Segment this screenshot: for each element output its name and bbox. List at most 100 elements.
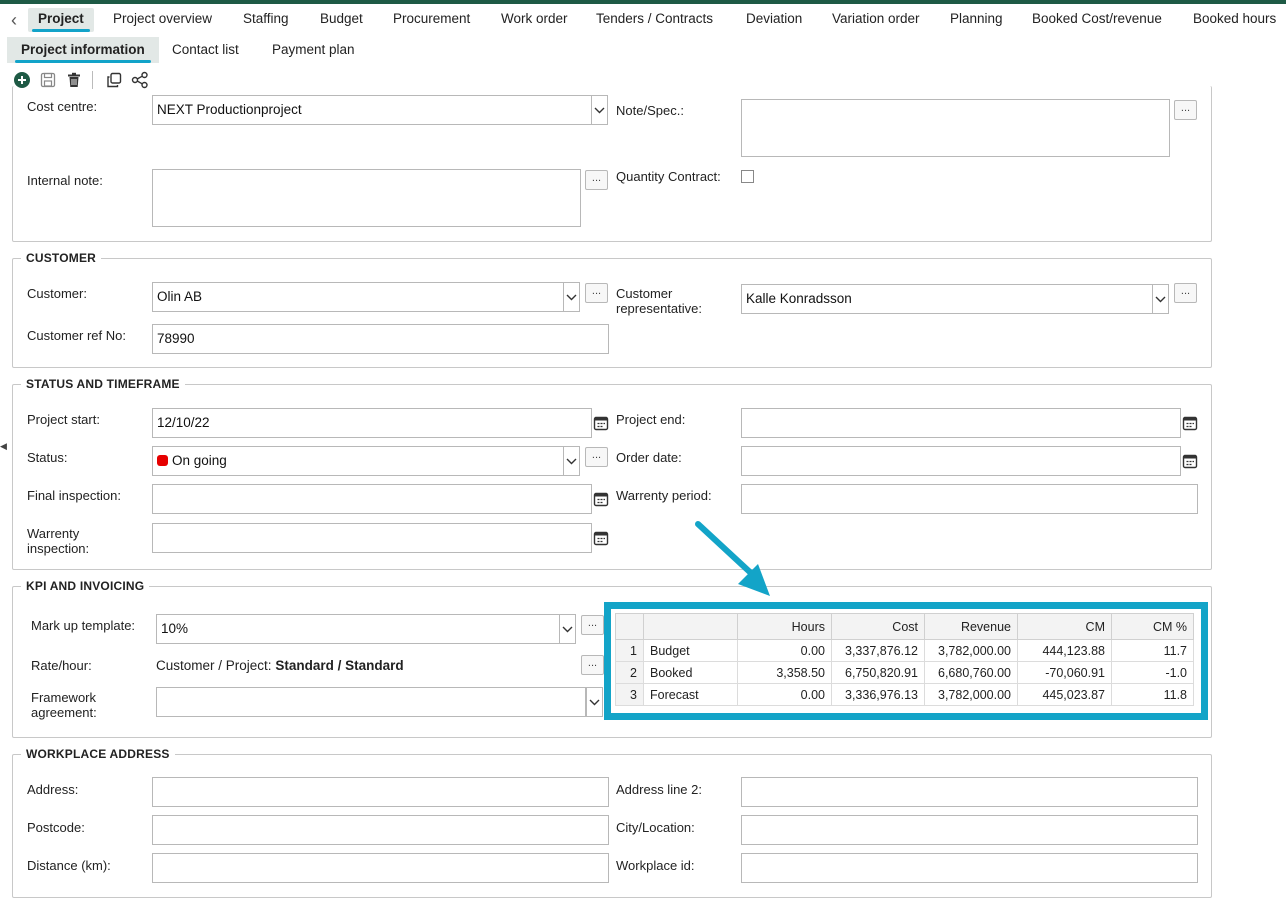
calendar-icon[interactable] [593, 415, 609, 431]
final-inspection-label: Final inspection: [27, 488, 121, 503]
distance-input[interactable] [152, 853, 609, 883]
warrenty-period-label: Warrenty period: [616, 488, 712, 503]
status-more-button[interactable]: ... [585, 447, 608, 467]
warrenty-period-input[interactable] [741, 484, 1198, 514]
city-input[interactable] [741, 815, 1198, 845]
rate-hour-more-button[interactable]: ... [581, 655, 604, 675]
address2-input[interactable] [741, 777, 1198, 807]
customer-rep-input[interactable]: Kalle Konradsson [741, 284, 1153, 314]
framework-agreement-input[interactable] [156, 687, 586, 717]
chevron-down-icon [562, 626, 573, 632]
status-input[interactable]: On going [152, 446, 564, 476]
kpi-header-cost: Cost [831, 613, 925, 640]
rate-value: Standard / Standard [275, 658, 404, 673]
table-row[interactable]: 1 Budget 0.00 3,337,876.12 3,782,000.00 … [615, 639, 1194, 662]
quantity-contract-checkbox[interactable] [741, 170, 754, 183]
status-color-indicator [157, 455, 168, 466]
row-hours: 3,358.50 [737, 661, 832, 684]
row-cm-percent: 11.8 [1111, 683, 1194, 706]
markup-template-dropdown[interactable] [559, 614, 576, 644]
note-spec-textarea[interactable] [741, 99, 1170, 157]
tab-payment-plan[interactable]: Payment plan [272, 37, 355, 63]
row-cm: -70,060.91 [1017, 661, 1112, 684]
tab-booked-cost-revenue[interactable]: Booked Cost/revenue [1032, 8, 1162, 32]
status-panel: STATUS AND TIMEFRAME Project start: 12/1… [12, 377, 1212, 570]
cost-centre-dropdown[interactable] [591, 95, 608, 125]
tab-project-overview[interactable]: Project overview [113, 8, 212, 32]
calendar-icon[interactable] [1182, 415, 1198, 431]
framework-label-line1: Framework [31, 690, 97, 705]
calendar-icon[interactable] [593, 530, 609, 546]
warrenty-inspection-input[interactable] [152, 523, 592, 553]
row-cm: 444,123.88 [1017, 639, 1112, 662]
table-row[interactable]: 3 Forecast 0.00 3,336,976.13 3,782,000.0… [615, 683, 1194, 706]
order-date-input[interactable] [741, 446, 1181, 476]
tab-contact-list[interactable]: Contact list [172, 37, 239, 63]
markup-template-input[interactable]: 10% [156, 614, 560, 644]
calendar-icon[interactable] [1182, 453, 1198, 469]
tab-staffing[interactable]: Staffing [243, 8, 289, 32]
framework-agreement-dropdown[interactable] [586, 687, 603, 717]
framework-agreement-label: Framework agreement: [31, 690, 97, 720]
kpi-header-revenue: Revenue [924, 613, 1018, 640]
tab-planning[interactable]: Planning [950, 8, 1003, 32]
kpi-header-hours: Hours [737, 613, 832, 640]
left-collapse-handle[interactable]: ◀ [0, 441, 7, 469]
row-hours: 0.00 [737, 639, 832, 662]
workplace-id-input[interactable] [741, 853, 1198, 883]
customer-rep-label: Customer representative: [616, 286, 702, 316]
tab-work-order[interactable]: Work order [501, 8, 568, 32]
chevron-down-icon [594, 107, 605, 113]
kpi-section-title: KPI AND INVOICING [21, 579, 150, 593]
status-dropdown[interactable] [563, 446, 580, 476]
project-end-input[interactable] [741, 408, 1181, 438]
customer-rep-label-line1: Customer [616, 286, 673, 301]
address-label: Address: [27, 782, 79, 797]
address2-label: Address line 2: [616, 782, 702, 797]
tab-project-information[interactable]: Project information [7, 37, 159, 63]
tab-procurement[interactable]: Procurement [393, 8, 470, 32]
kpi-table: Hours Cost Revenue CM CM % 1 Budget 0.00… [615, 613, 1194, 706]
row-revenue: 3,782,000.00 [924, 683, 1018, 706]
final-inspection-input[interactable] [152, 484, 592, 514]
customer-dropdown[interactable] [563, 282, 580, 312]
status-value: On going [172, 453, 227, 468]
back-chevron-icon[interactable]: ‹ [6, 10, 22, 30]
project-start-input[interactable]: 12/10/22 [152, 408, 592, 438]
kpi-header-cm: CM [1017, 613, 1112, 640]
customer-rep-more-button[interactable]: ... [1174, 283, 1197, 303]
warrenty-inspection-label-line2: inspection: [27, 541, 90, 556]
row-hours: 0.00 [737, 683, 832, 706]
customer-panel: CUSTOMER Customer: Olin AB ... Customer … [12, 251, 1212, 368]
customer-input[interactable]: Olin AB [152, 282, 564, 312]
note-spec-more-button[interactable]: ... [1174, 100, 1197, 120]
tab-booked-hours[interactable]: Booked hours [1193, 8, 1276, 32]
tab-tenders-contracts[interactable]: Tenders / Contracts [596, 8, 713, 32]
chevron-down-icon [1155, 296, 1166, 302]
markup-template-more-button[interactable]: ... [581, 615, 604, 635]
row-revenue: 6,680,760.00 [924, 661, 1018, 684]
chevron-down-icon [566, 458, 577, 464]
kpi-header-name [643, 613, 738, 640]
chevron-down-icon [589, 699, 600, 705]
status-label: Status: [27, 450, 68, 465]
customer-rep-dropdown[interactable] [1152, 284, 1169, 314]
customer-ref-input[interactable]: 78990 [152, 324, 609, 354]
postcode-input[interactable] [152, 815, 609, 845]
city-label: City/Location: [616, 820, 695, 835]
tab-deviation[interactable]: Deviation [746, 8, 802, 32]
internal-note-more-button[interactable]: ... [585, 170, 608, 190]
customer-more-button[interactable]: ... [585, 283, 608, 303]
tab-variation-order[interactable]: Variation order [832, 8, 920, 32]
general-panel: Cost centre: NEXT Productionproject Note… [12, 86, 1212, 242]
internal-note-textarea[interactable] [152, 169, 581, 227]
workplace-section-title: WORKPLACE ADDRESS [21, 747, 175, 761]
internal-note-label: Internal note: [27, 173, 103, 188]
calendar-icon[interactable] [593, 491, 609, 507]
cost-centre-input[interactable]: NEXT Productionproject [152, 95, 592, 125]
address-input[interactable] [152, 777, 609, 807]
tab-budget[interactable]: Budget [320, 8, 363, 32]
table-row[interactable]: 2 Booked 3,358.50 6,750,820.91 6,680,760… [615, 661, 1194, 684]
tab-project[interactable]: Project [28, 8, 94, 32]
row-index: 2 [615, 661, 644, 684]
